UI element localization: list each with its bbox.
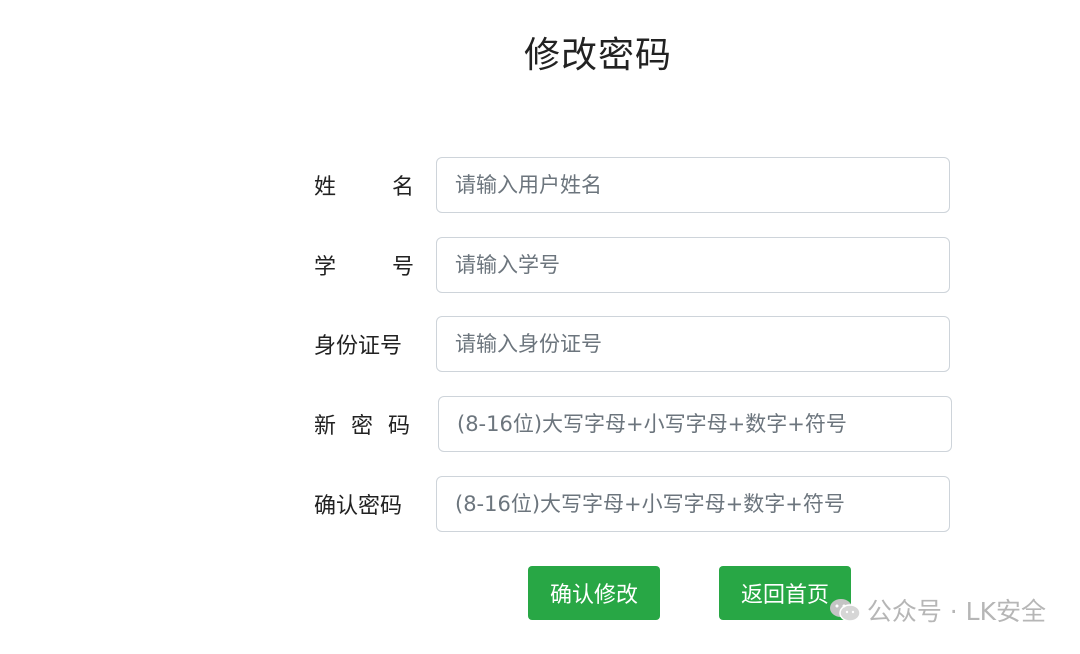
confirm-password-input[interactable]	[436, 476, 950, 532]
confirm-change-button[interactable]: 确认修改	[528, 566, 660, 620]
form-row-student-id: 学 号	[314, 237, 950, 293]
name-input[interactable]	[436, 157, 950, 213]
watermark-text: 公众号 · LK安全	[866, 597, 1046, 626]
wechat-icon	[829, 599, 861, 622]
id-card-input[interactable]	[436, 316, 950, 372]
student-id-label: 学 号	[314, 237, 414, 293]
name-label-char-2: 名	[391, 175, 414, 200]
new-password-label: 新 密 码	[314, 396, 414, 452]
new-password-label-char-1: 新	[314, 414, 337, 439]
form-row-new-password: 新 密 码	[314, 396, 952, 452]
form-row-confirm-password: 确认密码	[314, 476, 950, 532]
confirm-password-label: 确认密码	[314, 494, 403, 519]
student-id-input[interactable]	[436, 237, 950, 293]
watermark: 公众号 · LK安全	[829, 592, 1046, 628]
change-password-form: 姓 名 学 号 身份证号 新 密 码	[0, 0, 1080, 654]
id-card-label: 身份证号	[314, 334, 403, 359]
name-label-char-1: 姓	[314, 175, 337, 200]
new-password-label-char-2: 密	[350, 414, 373, 439]
form-row-name: 姓 名	[314, 157, 950, 213]
student-id-label-char-2: 号	[391, 255, 414, 280]
new-password-label-char-3: 码	[387, 414, 410, 439]
name-label: 姓 名	[314, 157, 414, 213]
form-row-id-card: 身份证号	[314, 316, 950, 372]
change-password-page: 修改密码 姓 名 学 号 身份证号 新 密	[0, 0, 1080, 654]
student-id-label-char-1: 学	[314, 255, 337, 280]
new-password-input[interactable]	[438, 396, 952, 452]
